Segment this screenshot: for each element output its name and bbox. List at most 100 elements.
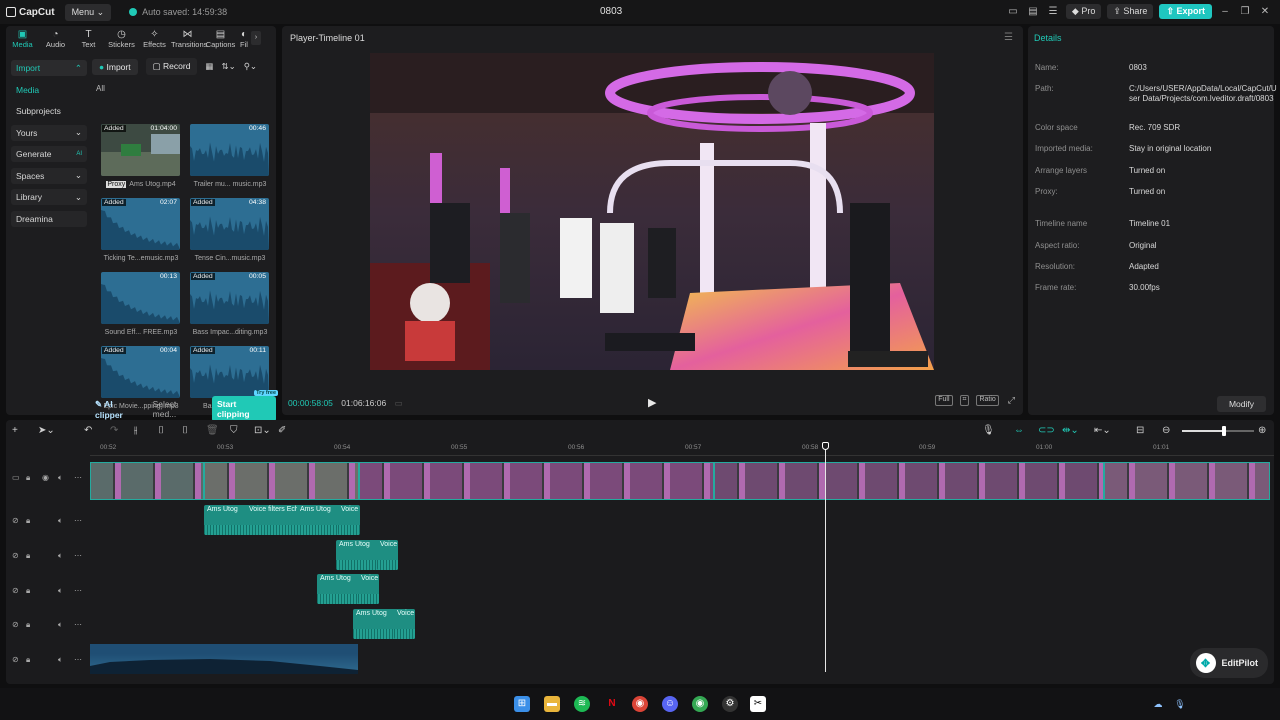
play-button[interactable]: ▶	[648, 396, 656, 409]
ratio-button[interactable]: Ratio	[976, 395, 999, 406]
timecode-format-icon[interactable]: ▭	[395, 398, 403, 408]
audio-track-icon[interactable]: ⊘	[12, 516, 19, 525]
split-icon[interactable]: ⫲	[134, 425, 137, 436]
start-clipping-button[interactable]: Start clipping Try free	[211, 390, 278, 422]
add-track-icon[interactable]: +	[12, 425, 18, 436]
record-button[interactable]: ▢ Record	[145, 58, 198, 75]
steam-icon[interactable]: ⚙	[722, 696, 738, 712]
split-left-icon[interactable]: ⌷	[158, 425, 164, 436]
import-button[interactable]: ● Import	[92, 58, 138, 75]
filter-icon[interactable]: ⚲⌄	[244, 61, 257, 72]
media-tile[interactable]: Added 04:38	[190, 198, 269, 250]
modify-button[interactable]: Modify	[1216, 396, 1266, 412]
audio-track-icon[interactable]: ⊘	[12, 551, 19, 560]
select-media-label[interactable]: Select med...	[153, 399, 202, 419]
sidebar-item-dreamina[interactable]: Dreamina	[11, 210, 87, 227]
magnet-icon[interactable]: ⊂⊃	[1038, 425, 1055, 436]
more-icon[interactable]: ⋯	[74, 586, 82, 595]
media-tile[interactable]: Added 00:05	[190, 272, 269, 324]
lock-icon[interactable]: 🔒︎	[26, 620, 30, 630]
netflix-icon[interactable]: N	[604, 696, 620, 712]
file-explorer-icon[interactable]: ▬	[544, 696, 560, 712]
onedrive-icon[interactable]: ☁	[1152, 696, 1164, 712]
speaker-icon[interactable]: 🔈︎	[58, 473, 63, 483]
sidebar-item-subprojects[interactable]: Subprojects	[11, 103, 87, 119]
shortcuts-icon[interactable]: ▤	[1026, 6, 1040, 17]
lock-icon[interactable]: 🔒︎	[26, 551, 30, 561]
marker-icon[interactable]: ⛉	[230, 425, 238, 436]
more-icon[interactable]: ⋯	[74, 620, 82, 629]
zoom-slider-handle[interactable]	[1221, 426, 1226, 436]
zoom-out-icon[interactable]: ⊖	[1162, 425, 1170, 436]
media-tile[interactable]: Added 02:07	[101, 198, 180, 250]
sidebar-item-spaces[interactable]: Spaces ⌄	[11, 167, 87, 184]
tab-audio[interactable]: ◔ Audio	[39, 26, 72, 50]
more-icon[interactable]: ⋯	[74, 516, 82, 525]
audio-clip[interactable]: Voice	[338, 505, 360, 535]
pen-icon[interactable]: ✐	[278, 425, 286, 436]
menu-button[interactable]: Menu ⌄	[64, 3, 112, 21]
zoom-slider[interactable]	[1182, 426, 1254, 436]
preview-axis-icon[interactable]: ⊟	[1136, 425, 1144, 436]
export-button[interactable]: ⇧ Export	[1159, 4, 1212, 19]
tab-effects[interactable]: ✧ Effects	[138, 26, 171, 50]
more-icon[interactable]: ⋯	[74, 551, 82, 560]
sidebar-item-library[interactable]: Library ⌄	[11, 189, 87, 205]
editpilot-button[interactable]: ✥ EditPilot	[1189, 648, 1268, 678]
settings-icon[interactable]: ☰	[1046, 6, 1060, 17]
tab-text[interactable]: T Text	[72, 26, 105, 50]
sidebar-item-import[interactable]: Import ⌃	[11, 60, 87, 76]
media-tile[interactable]: 00:13	[101, 272, 180, 324]
lock-icon[interactable]: 🔒︎	[26, 655, 30, 665]
speaker-icon[interactable]: 🔈︎	[58, 516, 63, 526]
media-tile[interactable]: Added 00:04	[101, 346, 180, 398]
eye-icon[interactable]: ◉	[42, 473, 49, 482]
tab-captions[interactable]: ▤ Captions	[204, 26, 237, 50]
maximize-icon[interactable]: ❐	[1238, 6, 1252, 17]
time-ruler[interactable]: 00:52 00:53 00:54 00:55 00:56 00:57 00:58 00:59…	[90, 442, 1274, 456]
select-tool-icon[interactable]: ➤⌄	[38, 425, 55, 436]
grid-view-icon[interactable]: ▦	[205, 61, 213, 72]
speaker-icon[interactable]: 🔈︎	[58, 620, 63, 630]
lock-icon[interactable]: 🔒︎	[26, 586, 30, 596]
video-clip[interactable]	[204, 462, 359, 500]
microphone-icon[interactable]: 🎙	[982, 425, 995, 436]
sidebar-item-media[interactable]: Media	[11, 82, 87, 98]
chrome-profile-icon[interactable]: ◉	[692, 696, 708, 712]
chrome-icon[interactable]: ◉	[632, 696, 648, 712]
video-clip[interactable]	[359, 462, 714, 500]
layout-icon[interactable]: ▭	[1006, 6, 1020, 17]
full-quality-button[interactable]: Full	[935, 395, 953, 406]
spotify-icon[interactable]: ≋	[574, 696, 590, 712]
zoom-in-icon[interactable]: ⊕	[1258, 425, 1266, 436]
audio-track-icon[interactable]: ⊘	[12, 586, 19, 595]
media-tile[interactable]: 00:46	[190, 124, 269, 176]
audio-track-icon[interactable]: ⊘	[12, 655, 19, 664]
more-icon[interactable]: ⋯	[74, 473, 82, 482]
share-button[interactable]: ⇪ Share	[1107, 4, 1154, 19]
minimize-icon[interactable]: –	[1218, 6, 1232, 17]
ai-clipper-button[interactable]: ✎ AI clipper	[95, 399, 143, 420]
close-icon[interactable]: ✕	[1258, 6, 1272, 17]
speaker-icon[interactable]: 🔈︎	[58, 586, 63, 596]
sidebar-item-generate[interactable]: Generate AI	[11, 146, 87, 162]
tab-media[interactable]: ▣ Media	[6, 26, 39, 50]
playhead[interactable]	[822, 442, 829, 672]
audio-clip[interactable]: Voice filters Echo	[246, 505, 301, 535]
video-clip[interactable]	[1104, 462, 1270, 500]
speaker-icon[interactable]: 🔈︎	[58, 551, 63, 561]
undo-icon[interactable]: ↶	[84, 425, 92, 436]
sidebar-item-yours[interactable]: Yours ⌄	[11, 124, 87, 141]
more-icon[interactable]: ⋯	[74, 655, 82, 664]
snapshot-icon[interactable]: ⌗	[959, 395, 970, 406]
crop-icon[interactable]: ⊡⌄	[254, 425, 271, 436]
align-icon[interactable]: ⇤⌄	[1094, 425, 1111, 436]
split-right-icon[interactable]: ⌷	[182, 425, 188, 436]
audio-track-icon[interactable]: ⊘	[12, 620, 19, 629]
fullscreen-icon[interactable]: ⤢	[1006, 395, 1017, 406]
windows-start-icon[interactable]: ⊞	[514, 696, 530, 712]
lock-icon[interactable]: 🔒︎	[26, 473, 30, 483]
sort-icon[interactable]: ⇅⌄	[221, 61, 235, 72]
video-clip[interactable]	[714, 462, 1104, 500]
pro-button[interactable]: ◆ Pro	[1065, 4, 1102, 19]
